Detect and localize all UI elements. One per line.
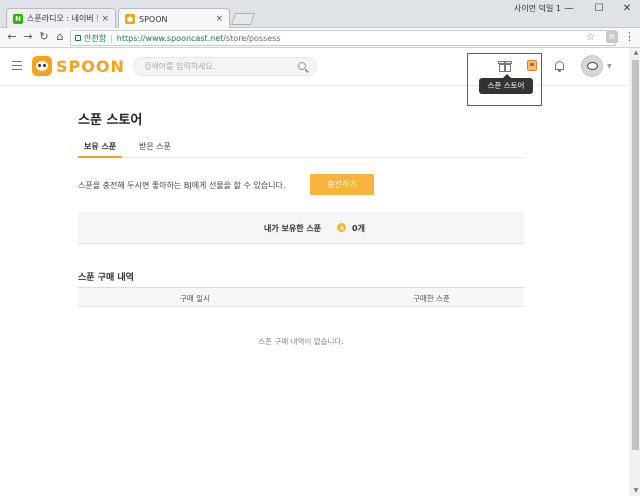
back-arrow-icon[interactable]: ← [4,29,20,45]
tab-spoon[interactable]: ● SPOON × [118,8,230,29]
avatar-face [587,62,598,70]
close-window-button[interactable]: ✕ [618,2,636,16]
browser-titlebar: N 스푼라디오 : 네이버 통합검색 × ● SPOON × 사이먼 덕일 1 … [0,0,640,29]
owned-label: 내가 보유한 스푼 [264,224,322,233]
logo-eye [38,64,41,67]
empty-history-message: 스푼 구매 내역이 없습니다. [258,337,344,346]
maximize-button[interactable]: ☐ [590,2,608,16]
bell-body [555,61,564,70]
tab-owned-spoon[interactable]: 보유 스푼 [78,141,123,158]
minimize-button[interactable]: — [560,2,578,16]
forward-arrow-icon[interactable]: → [20,29,36,45]
close-tab-icon[interactable]: × [101,14,109,24]
page-title: 스푼 스토어 [78,113,143,128]
spoon-favicon-icon: ● [125,14,135,24]
logo-text[interactable]: SPOON [56,57,125,76]
column-header-date: 구매 일시 [180,294,210,303]
store-tabs: 보유 스푼 받은 스푼 [78,141,524,158]
store-description: 스푼을 충전해 두시면 좋아하는 BJ에게 선물을 할 수 있습니다. [78,181,286,190]
search-placeholder: 검색어를 입력하세요. [144,62,216,71]
logo-face [36,61,48,71]
browser-toolbar: ← → ↻ ⌂ 안전함 | https://www.spooncast.net … [0,28,640,48]
close-tab-icon[interactable]: × [215,14,223,24]
page-scrollbar[interactable]: ▲ ▼ [630,48,640,496]
lock-icon [75,35,81,41]
owned-spoon-summary: 내가 보유한 스푼 0개 [78,212,524,244]
scroll-thumb[interactable] [632,60,639,450]
hamburger-menu-icon[interactable] [12,61,22,70]
reload-icon[interactable]: ↻ [36,29,52,45]
divider: | [110,33,113,43]
spoon-logo-icon[interactable] [32,56,52,76]
scroll-up-icon[interactable]: ▲ [631,48,640,58]
address-bar[interactable]: 안전함 | https://www.spooncast.net /store/p… [70,30,616,46]
purchase-history-title: 스푼 구매 내역 [78,273,134,283]
tab-received-spoon[interactable]: 받은 스푼 [133,141,177,158]
security-label: 안전함 [84,33,107,43]
profile-label[interactable]: 사이먼 덕일 1 [514,3,561,14]
logo-eye [43,64,46,67]
store-tooltip: 스푼 스토어 [479,74,533,94]
extension-icon[interactable]: ▤ [606,31,618,43]
avatar[interactable] [581,55,603,77]
owned-count: 0개 [352,224,365,233]
column-header-spoon: 구매한 스푼 [413,294,450,303]
url-host: https://www.spooncast.net [116,33,224,43]
scroll-down-icon[interactable]: ▼ [631,486,640,496]
spoon-coin-icon [337,223,346,232]
history-table-header: 구매 일시 구매한 스푼 [78,287,524,307]
search-icon[interactable] [298,62,306,70]
more-menu-icon[interactable]: ⋮ [624,30,635,43]
bookmark-star-icon[interactable]: ☆ [586,32,595,43]
notification-bell-icon[interactable] [554,60,565,72]
tab-title: SPOON [139,14,168,24]
search-input[interactable]: 검색어를 입력하세요. [133,57,317,76]
home-icon[interactable]: ⌂ [52,29,68,45]
chevron-down-icon[interactable]: ▼ [607,63,612,70]
charge-button[interactable]: 충전하기 [310,174,374,195]
url-path: /store/possess [223,33,281,43]
new-tab-button[interactable] [230,13,256,25]
tab-title: 스푼라디오 : 네이버 통합검색 [27,14,98,23]
naver-favicon-icon: N [13,13,23,24]
bell-clapper [558,70,561,72]
tab-naver-search[interactable]: N 스푼라디오 : 네이버 통합검색 × [6,8,116,28]
